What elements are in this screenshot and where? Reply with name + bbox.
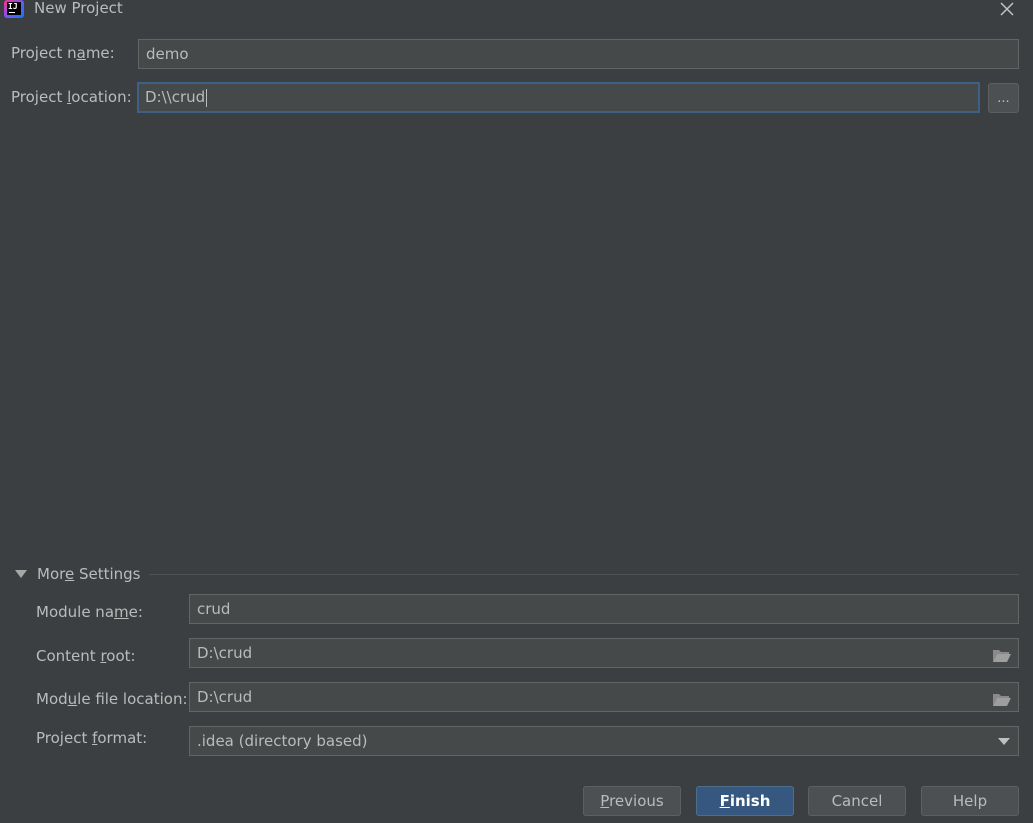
text-caret xyxy=(206,88,208,107)
previous-button[interactable]: Previous xyxy=(583,786,681,816)
project-format-label: Project format: xyxy=(36,729,148,747)
close-icon[interactable] xyxy=(996,0,1018,20)
folder-icon[interactable] xyxy=(992,645,1012,662)
expand-triangle-icon xyxy=(15,570,27,578)
module-name-value: crud xyxy=(197,600,231,618)
window-title: New Project xyxy=(34,0,123,17)
title-bar[interactable]: IJ New Project xyxy=(0,0,1033,20)
project-name-value: demo xyxy=(146,45,189,63)
module-file-location-value: D:\crud xyxy=(197,688,253,706)
project-location-label: Project location: xyxy=(11,88,132,106)
browse-button[interactable]: ... xyxy=(988,83,1019,113)
project-format-select[interactable]: .idea (directory based) xyxy=(189,726,1019,756)
new-project-dialog: IJ New Project Project name: demo Projec… xyxy=(0,0,1033,823)
module-name-input[interactable]: crud xyxy=(189,594,1019,624)
folder-icon[interactable] xyxy=(992,689,1012,706)
project-location-input[interactable]: D:\\crud xyxy=(137,82,980,113)
content-root-value: D:\crud xyxy=(197,644,253,662)
more-settings-label: More Settings xyxy=(37,565,141,583)
more-settings-divider xyxy=(149,574,1019,575)
project-name-input[interactable]: demo xyxy=(138,39,1019,69)
content-root-input[interactable]: D:\crud xyxy=(189,638,1019,668)
module-file-location-input[interactable]: D:\crud xyxy=(189,682,1019,712)
project-name-label: Project name: xyxy=(11,44,115,62)
more-settings-toggle[interactable]: More Settings xyxy=(15,564,141,584)
chevron-down-icon xyxy=(998,738,1010,745)
module-file-location-label: Module file location: xyxy=(36,690,188,708)
content-root-label: Content root: xyxy=(36,647,136,665)
help-button[interactable]: Help xyxy=(921,786,1019,816)
finish-button[interactable]: Finish xyxy=(696,786,794,816)
module-name-label: Module name: xyxy=(36,603,143,621)
cancel-button[interactable]: Cancel xyxy=(808,786,906,816)
project-format-value: .idea (directory based) xyxy=(197,732,368,750)
project-location-value: D:\\crud xyxy=(145,88,206,106)
intellij-idea-icon: IJ xyxy=(4,0,24,18)
